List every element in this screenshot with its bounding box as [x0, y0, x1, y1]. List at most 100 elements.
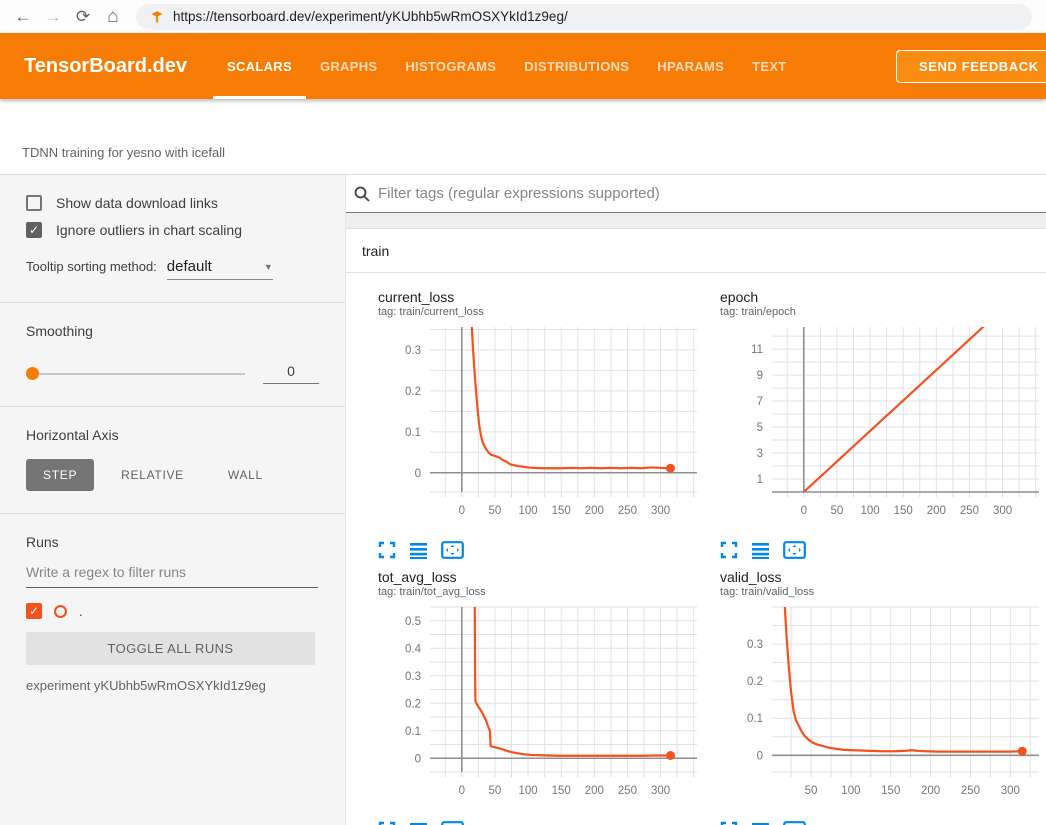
svg-text:7: 7	[757, 396, 763, 408]
send-feedback-button[interactable]: SEND FEEDBACK	[896, 50, 1046, 83]
svg-text:0: 0	[415, 753, 421, 765]
runs-regex-input[interactable]: Write a regex to filter runs	[26, 564, 318, 588]
runs-list-icon[interactable]	[751, 821, 770, 825]
chart-current-loss: current_loss tag: train/current_loss 0 50…	[360, 289, 702, 561]
tab-text[interactable]: TEXT	[738, 33, 800, 99]
experiment-id-label: experiment yKUbhb5wRmOSXYkId1z9eg	[26, 678, 319, 693]
axis-relative-button[interactable]: RELATIVE	[104, 459, 201, 491]
chart-title: current_loss	[378, 289, 702, 305]
train-card: train current_loss tag: train/current_lo…	[346, 228, 1046, 825]
app-header: TensorBoard.dev SCALARS GRAPHS HISTOGRAM…	[0, 33, 1046, 99]
tab-scalars[interactable]: SCALARS	[213, 33, 306, 99]
experiment-title-row: TDNN training for yesno with icefall	[0, 99, 1046, 175]
ignore-outliers-checkbox[interactable]: ✓	[26, 222, 42, 238]
svg-text:0: 0	[459, 785, 465, 797]
runs-label: Runs	[26, 534, 319, 550]
tab-distributions[interactable]: DISTRIBUTIONS	[510, 33, 643, 99]
runs-section: Runs Write a regex to filter runs ✓ . TO…	[0, 514, 345, 715]
expand-chart-icon[interactable]	[720, 541, 738, 559]
tooltip-sorting-dropdown[interactable]: default ▼	[167, 258, 273, 280]
svg-text:200: 200	[921, 785, 940, 797]
svg-text:0.5: 0.5	[405, 616, 421, 628]
svg-text:0.1: 0.1	[405, 427, 421, 439]
svg-text:200: 200	[927, 505, 946, 517]
chart-tag: tag: train/epoch	[720, 306, 1044, 318]
settings-sidebar: Show data download links ✓ Ignore outlie…	[0, 175, 346, 825]
expand-chart-icon[interactable]	[378, 541, 396, 559]
line-chart-tot-avg-loss[interactable]: 05010015020025030000.10.20.30.40.5	[360, 602, 700, 814]
smoothing-value-input[interactable]: 0	[263, 363, 319, 384]
chart-valid-loss: valid_loss tag: train/valid_loss 5010015…	[702, 569, 1044, 825]
axis-wall-button[interactable]: WALL	[211, 459, 280, 491]
svg-text:300: 300	[993, 505, 1012, 517]
expand-chart-icon[interactable]	[720, 821, 738, 825]
runs-list-icon[interactable]	[409, 821, 428, 825]
svg-text:0.2: 0.2	[405, 698, 421, 710]
runs-list-icon[interactable]	[751, 541, 770, 559]
browser-home-icon[interactable]: ⌂	[98, 3, 128, 31]
tab-hparams[interactable]: HPARAMS	[643, 33, 738, 99]
svg-text:0: 0	[415, 468, 421, 480]
expand-chart-icon[interactable]	[378, 821, 396, 825]
smoothing-label: Smoothing	[26, 323, 319, 339]
fit-domain-icon[interactable]	[441, 821, 464, 825]
chart-epoch: epoch tag: train/epoch 05010015020025030…	[702, 289, 1044, 561]
tab-histograms[interactable]: HISTOGRAMS	[391, 33, 510, 99]
tag-filter-input[interactable]: Filter tags (regular expressions support…	[378, 185, 660, 202]
svg-text:300: 300	[1001, 785, 1020, 797]
url-bar[interactable]: https://tensorboard.dev/experiment/yKUbh…	[136, 4, 1032, 30]
fit-domain-icon[interactable]	[783, 541, 806, 559]
train-section-header[interactable]: train	[346, 229, 1046, 273]
general-settings-section: Show data download links ✓ Ignore outlie…	[0, 175, 345, 303]
svg-text:150: 150	[552, 785, 571, 797]
experiment-title: TDNN training for yesno with icefall	[22, 145, 225, 160]
show-download-links-label: Show data download links	[56, 195, 218, 211]
svg-text:100: 100	[518, 785, 537, 797]
browser-toolbar: ← → ⟳ ⌂ https://tensorboard.dev/experime…	[0, 0, 1046, 33]
fit-domain-icon[interactable]	[441, 541, 464, 559]
chart-title: tot_avg_loss	[378, 569, 702, 585]
smoothing-slider-track[interactable]	[39, 373, 245, 375]
svg-text:300: 300	[651, 505, 670, 517]
svg-text:0: 0	[459, 505, 465, 517]
show-download-links-checkbox[interactable]	[26, 195, 42, 211]
chart-tot-avg-loss: tot_avg_loss tag: train/tot_avg_loss 050…	[360, 569, 702, 825]
app-logo[interactable]: TensorBoard.dev	[24, 55, 187, 78]
axis-step-button[interactable]: STEP	[26, 459, 94, 491]
svg-text:250: 250	[618, 785, 637, 797]
chart-actions	[378, 819, 702, 825]
smoothing-section: Smoothing 0	[0, 303, 345, 407]
svg-text:100: 100	[860, 505, 879, 517]
url-text: https://tensorboard.dev/experiment/yKUbh…	[173, 9, 568, 24]
toggle-all-runs-button[interactable]: TOGGLE ALL RUNS	[26, 632, 315, 665]
browser-reload-icon[interactable]: ⟳	[68, 3, 98, 31]
run-name: .	[79, 604, 83, 619]
svg-text:50: 50	[805, 785, 818, 797]
chart-actions	[378, 539, 702, 561]
fit-domain-icon[interactable]	[783, 821, 806, 825]
chart-tag: tag: train/current_loss	[378, 306, 702, 318]
browser-forward-icon[interactable]: →	[38, 3, 68, 31]
svg-text:200: 200	[585, 785, 604, 797]
chart-title: valid_loss	[720, 569, 1044, 585]
chart-tag: tag: train/valid_loss	[720, 586, 1044, 598]
tag-filter-row: Filter tags (regular expressions support…	[346, 175, 1046, 213]
tensorboard-favicon	[150, 10, 164, 24]
line-chart-epoch[interactable]: 0501001502002503001357911	[702, 322, 1042, 534]
svg-text:50: 50	[489, 505, 502, 517]
svg-text:1: 1	[757, 474, 763, 486]
run-color-swatch	[54, 605, 67, 618]
line-chart-current-loss[interactable]: 05010015020025030000.10.20.3	[360, 322, 700, 534]
svg-text:0: 0	[757, 750, 763, 762]
run-checkbox[interactable]: ✓	[26, 603, 42, 619]
svg-text:200: 200	[585, 505, 604, 517]
line-chart-valid-loss[interactable]: 5010015020025030000.10.20.3	[702, 602, 1042, 814]
svg-text:100: 100	[841, 785, 860, 797]
svg-text:11: 11	[751, 344, 763, 356]
tooltip-sorting-label: Tooltip sorting method:	[26, 259, 157, 274]
tab-graphs[interactable]: GRAPHS	[306, 33, 391, 99]
runs-list-icon[interactable]	[409, 541, 428, 559]
browser-back-icon[interactable]: ←	[8, 3, 38, 31]
svg-text:0.1: 0.1	[747, 713, 763, 725]
smoothing-slider-handle[interactable]	[26, 367, 39, 380]
